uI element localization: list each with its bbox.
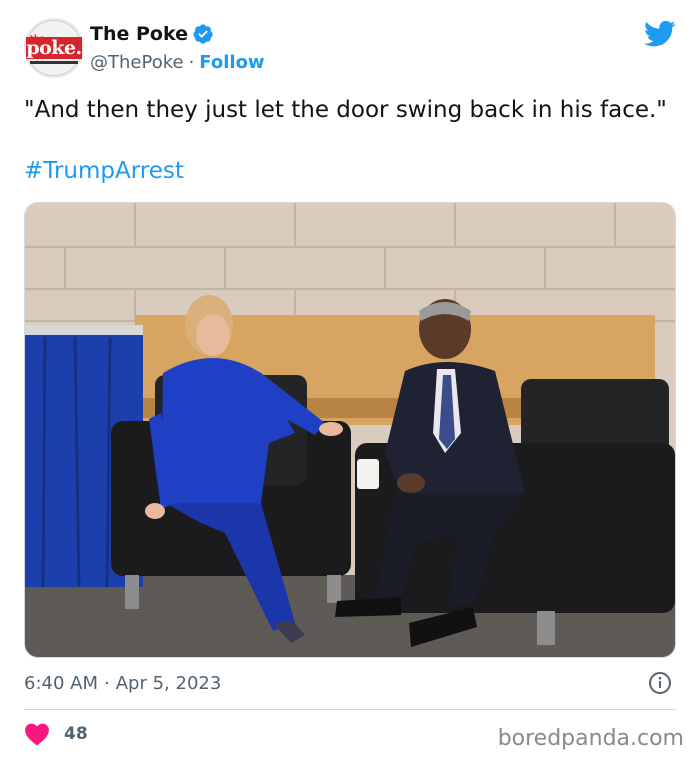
twitter-bird-icon[interactable] [644, 20, 676, 48]
follow-button[interactable]: Follow [199, 52, 264, 73]
info-icon[interactable] [648, 671, 672, 695]
left-chair-leg [125, 575, 139, 609]
name-row: The Poke [90, 21, 214, 47]
hashtag-link[interactable]: #TrumpArrest [24, 156, 184, 187]
right-chair-leg [537, 611, 555, 645]
account-handle[interactable]: @ThePoke [90, 52, 184, 73]
tweet-card: the poke. The Poke @ThePoke · Follow "An… [0, 0, 700, 761]
tweet-date[interactable]: Apr 5, 2023 [116, 673, 222, 694]
verified-badge-icon [193, 24, 213, 44]
tweet-photo[interactable] [24, 202, 676, 658]
photo-illustration [25, 203, 675, 657]
display-name[interactable]: The Poke [90, 23, 188, 45]
meta-separator: · [104, 672, 110, 694]
watermark: boredpanda.com [497, 726, 684, 751]
tweet-time[interactable]: 6:40 AM [24, 673, 98, 694]
table-top [25, 325, 143, 335]
divider [24, 709, 676, 710]
avatar[interactable]: the poke. [24, 18, 84, 78]
left-chair-leg-2 [327, 575, 341, 603]
tweet-text: "And then they just let the door swing b… [24, 97, 667, 123]
coffee-cup [357, 459, 379, 489]
tweet-meta: 6:40 AM · Apr 5, 2023 [24, 668, 676, 698]
avatar-logo-text: poke. [26, 37, 82, 59]
handle-row: @ThePoke · Follow [90, 49, 265, 75]
handle-separator: · [188, 51, 195, 73]
heart-icon[interactable] [24, 722, 50, 746]
tweet-header: the poke. The Poke @ThePoke · Follow [24, 18, 684, 80]
avatar-logo-bar [30, 61, 78, 64]
tweet-actions: 48 [24, 718, 88, 750]
like-count[interactable]: 48 [64, 724, 88, 744]
